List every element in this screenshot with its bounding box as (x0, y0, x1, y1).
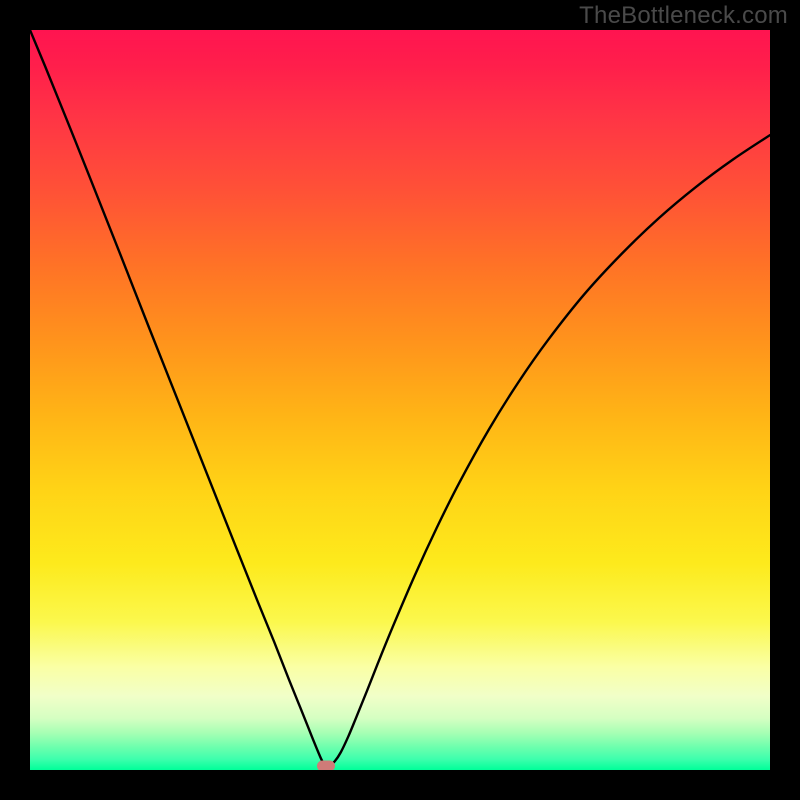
optimum-marker (317, 760, 335, 770)
bottleneck-curve (30, 30, 770, 766)
watermark-text: TheBottleneck.com (579, 2, 788, 30)
chart-plot-area (30, 30, 770, 770)
chart-curve-svg (30, 30, 770, 770)
